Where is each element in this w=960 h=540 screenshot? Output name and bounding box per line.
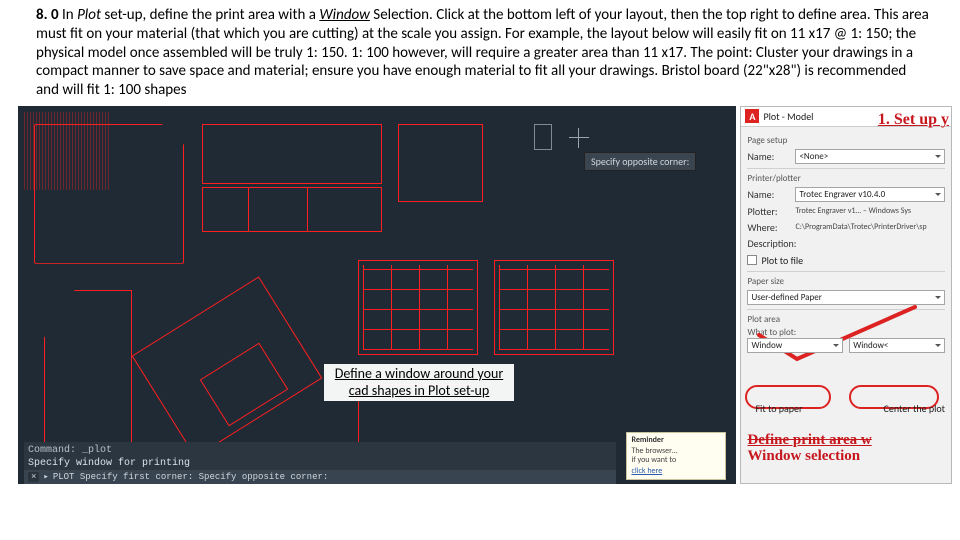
page-setup-select[interactable]: <None> [795,149,945,164]
what-to-plot-select[interactable]: Window [747,338,843,353]
cad-shape [494,260,614,355]
printer-select[interactable]: Trotec Engraver v10.4.0 [795,187,945,202]
cad-tooltip: Specify opposite corner: [584,152,696,171]
page-setup-group-label: Page setup [747,135,945,146]
window-word: Window [319,6,370,24]
cad-shape [202,124,382,184]
autocad-icon: A [745,109,759,123]
printer-name-label: Name: [747,188,791,201]
fit-to-paper-checkbox[interactable]: Fit to paper [751,402,802,415]
crosshair-icon [569,128,589,148]
cad-command-prompt[interactable]: × ▸ PLOT Specify first corner: Specify o… [24,470,616,484]
cli-line: Specify window for printing [28,457,612,470]
cad-shape-hatched [24,112,109,190]
name-label: Name: [747,150,791,163]
cad-shape [398,124,483,202]
cad-screenshot: Specify opposite corner: Define a window… [18,106,736,484]
checkbox-icon [747,255,757,265]
description-label: Description: [747,237,791,250]
reminder-body: if you want to [631,456,721,465]
cad-annotation: Define a window around your cad shapes i… [324,364,514,402]
paper-size-label: Paper size [747,276,945,287]
dialog-title: Plot - Model [763,110,813,123]
what-to-plot-label: What to plot: [747,327,945,338]
prompt-text: PLOT Specify first corner: Specify oppos… [53,472,328,482]
cad-shape [248,187,308,232]
reminder-balloon: Reminder The browser… if you want to cli… [626,432,726,480]
reminder-link[interactable]: click here [631,467,721,476]
close-icon[interactable]: × [28,472,39,482]
plotter-label: Plotter: [747,205,791,218]
where-value: C:\ProgramData\Trotec\PrinterDriver\sp [795,222,945,232]
step-number: 8. 0 [36,6,59,24]
cad-shape [44,290,132,450]
window-button[interactable]: Window< [849,338,945,353]
plot-dialog: A Plot - Model 1. Set up y Page setup Na… [740,106,952,484]
cad-shape [358,260,478,355]
handwritten-annotation: Define print area w Window selection [747,432,871,465]
plot-word: Plot [77,6,101,24]
cad-model-space: Specify opposite corner: Define a window… [24,112,730,442]
cad-pickbox [534,124,552,150]
paper-size-select[interactable]: User-defined Paper [747,290,945,305]
plot-area-label: Plot area [747,314,945,325]
plot-to-file-checkbox[interactable]: Plot to file [747,254,945,267]
center-plot-checkbox[interactable]: Center the plot [880,402,945,415]
reminder-title: Reminder [631,436,721,445]
cli-line: Command: _plot [28,444,612,457]
cad-command-history: Command: _plot Specify window for printi… [24,442,616,472]
printer-group-label: Printer/plotter [747,173,945,184]
plotter-value: Trotec Engraver v1… – Windows Sys [795,206,945,216]
instruction-text: 8. 0 In Plot set-up, define the print ar… [0,0,960,104]
handwritten-annotation: 1. Set up y [878,111,949,129]
where-label: Where: [747,221,791,234]
